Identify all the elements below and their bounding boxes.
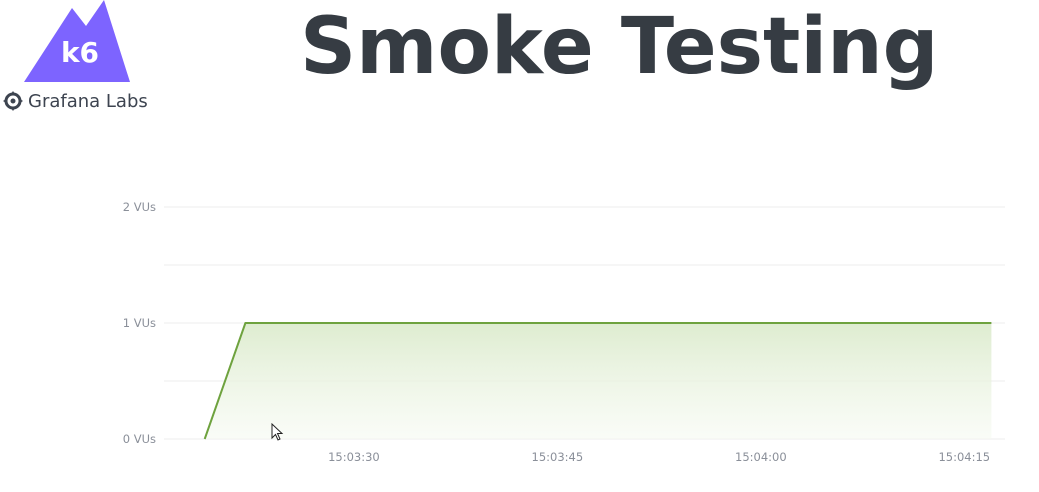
- x-axis-ticks: 15:03:30 15:03:45 15:04:00 15:04:15: [328, 450, 990, 464]
- y-axis-ticks: 0 VUs 1 VUs 2 VUs: [123, 200, 156, 446]
- vus-chart: 0 VUs 1 VUs 2 VUs 15:03:30 15:03:45 15:04:00…: [123, 200, 1005, 464]
- mouse-cursor-icon: [271, 423, 284, 441]
- x-tick-label: 15:04:00: [735, 450, 787, 464]
- x-tick-label: 15:04:15: [938, 450, 990, 464]
- chart-area-layer: [203, 322, 992, 440]
- y-tick-label: 1 VUs: [123, 316, 156, 330]
- x-tick-label: 15:03:30: [328, 450, 380, 464]
- series-area-fill: [204, 323, 992, 439]
- y-tick-label: 2 VUs: [123, 200, 156, 214]
- y-tick-label: 0 VUs: [123, 432, 156, 446]
- x-tick-label: 15:03:45: [532, 450, 584, 464]
